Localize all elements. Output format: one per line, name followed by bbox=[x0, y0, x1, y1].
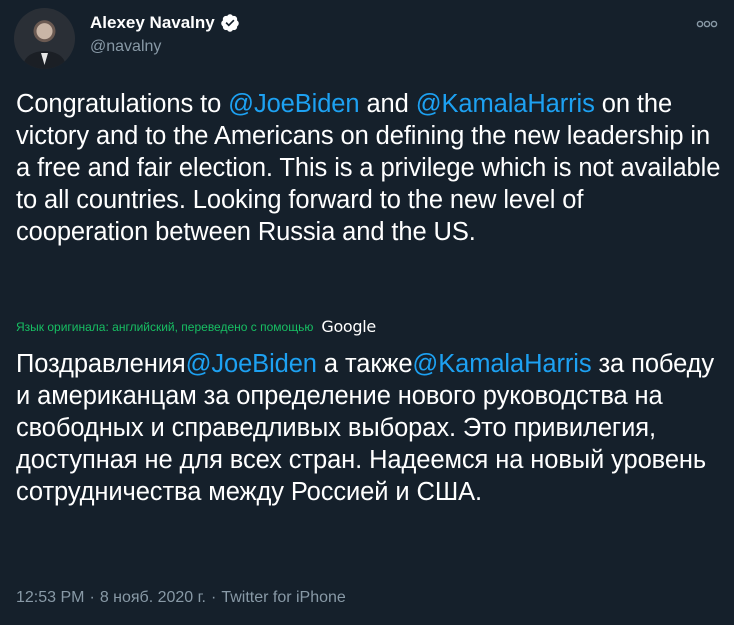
text-segment: а также bbox=[316, 350, 413, 378]
mention-joebiden-translated[interactable]: @JoeBiden bbox=[186, 350, 317, 378]
meta-separator: · bbox=[89, 589, 95, 606]
tweet-time[interactable]: 12:53 PM bbox=[16, 589, 84, 607]
verified-badge-icon bbox=[220, 14, 239, 32]
author-display-name-row[interactable]: Alexey Navalny bbox=[90, 12, 240, 34]
mention-joebiden[interactable]: @JoeBiden bbox=[228, 90, 359, 118]
translation-note: Язык оригинала: английский, переведено с… bbox=[16, 317, 376, 336]
tweet-source[interactable]: Twitter for iPhone bbox=[221, 589, 346, 607]
text-segment: Поздравления bbox=[16, 350, 186, 378]
tweet: Alexey Navalny @navalny Congratulations … bbox=[0, 0, 734, 625]
author-display-name[interactable]: Alexey Navalny bbox=[90, 12, 215, 34]
tweet-date[interactable]: 8 нояб. 2020 г. bbox=[100, 589, 206, 607]
author-names: Alexey Navalny @navalny bbox=[90, 12, 240, 58]
tweet-text-translated: Поздравления@JoeBiden а также@KamalaHarr… bbox=[16, 348, 722, 508]
google-logo: Google bbox=[321, 317, 376, 336]
tweet-meta: 12:53 PM · 8 нояб. 2020 г. · Twitter for… bbox=[16, 589, 346, 607]
translation-note-text: Язык оригинала: английский, переведено с… bbox=[16, 319, 314, 334]
mention-kamalaharris[interactable]: @KamalaHarris bbox=[416, 90, 595, 118]
author-handle[interactable]: @navalny bbox=[90, 36, 240, 58]
mention-kamalaharris-translated[interactable]: @KamalaHarris bbox=[412, 350, 591, 378]
tweet-header: Alexey Navalny @navalny bbox=[14, 8, 720, 69]
meta-separator: · bbox=[210, 589, 217, 606]
avatar[interactable] bbox=[14, 8, 75, 69]
text-segment: and bbox=[359, 90, 416, 118]
more-options-icon[interactable] bbox=[694, 14, 720, 34]
more-dots-icon bbox=[696, 20, 718, 28]
text-segment: Congratulations to bbox=[16, 90, 229, 118]
tweet-text-original: Congratulations to @JoeBiden and @Kamala… bbox=[16, 88, 722, 248]
